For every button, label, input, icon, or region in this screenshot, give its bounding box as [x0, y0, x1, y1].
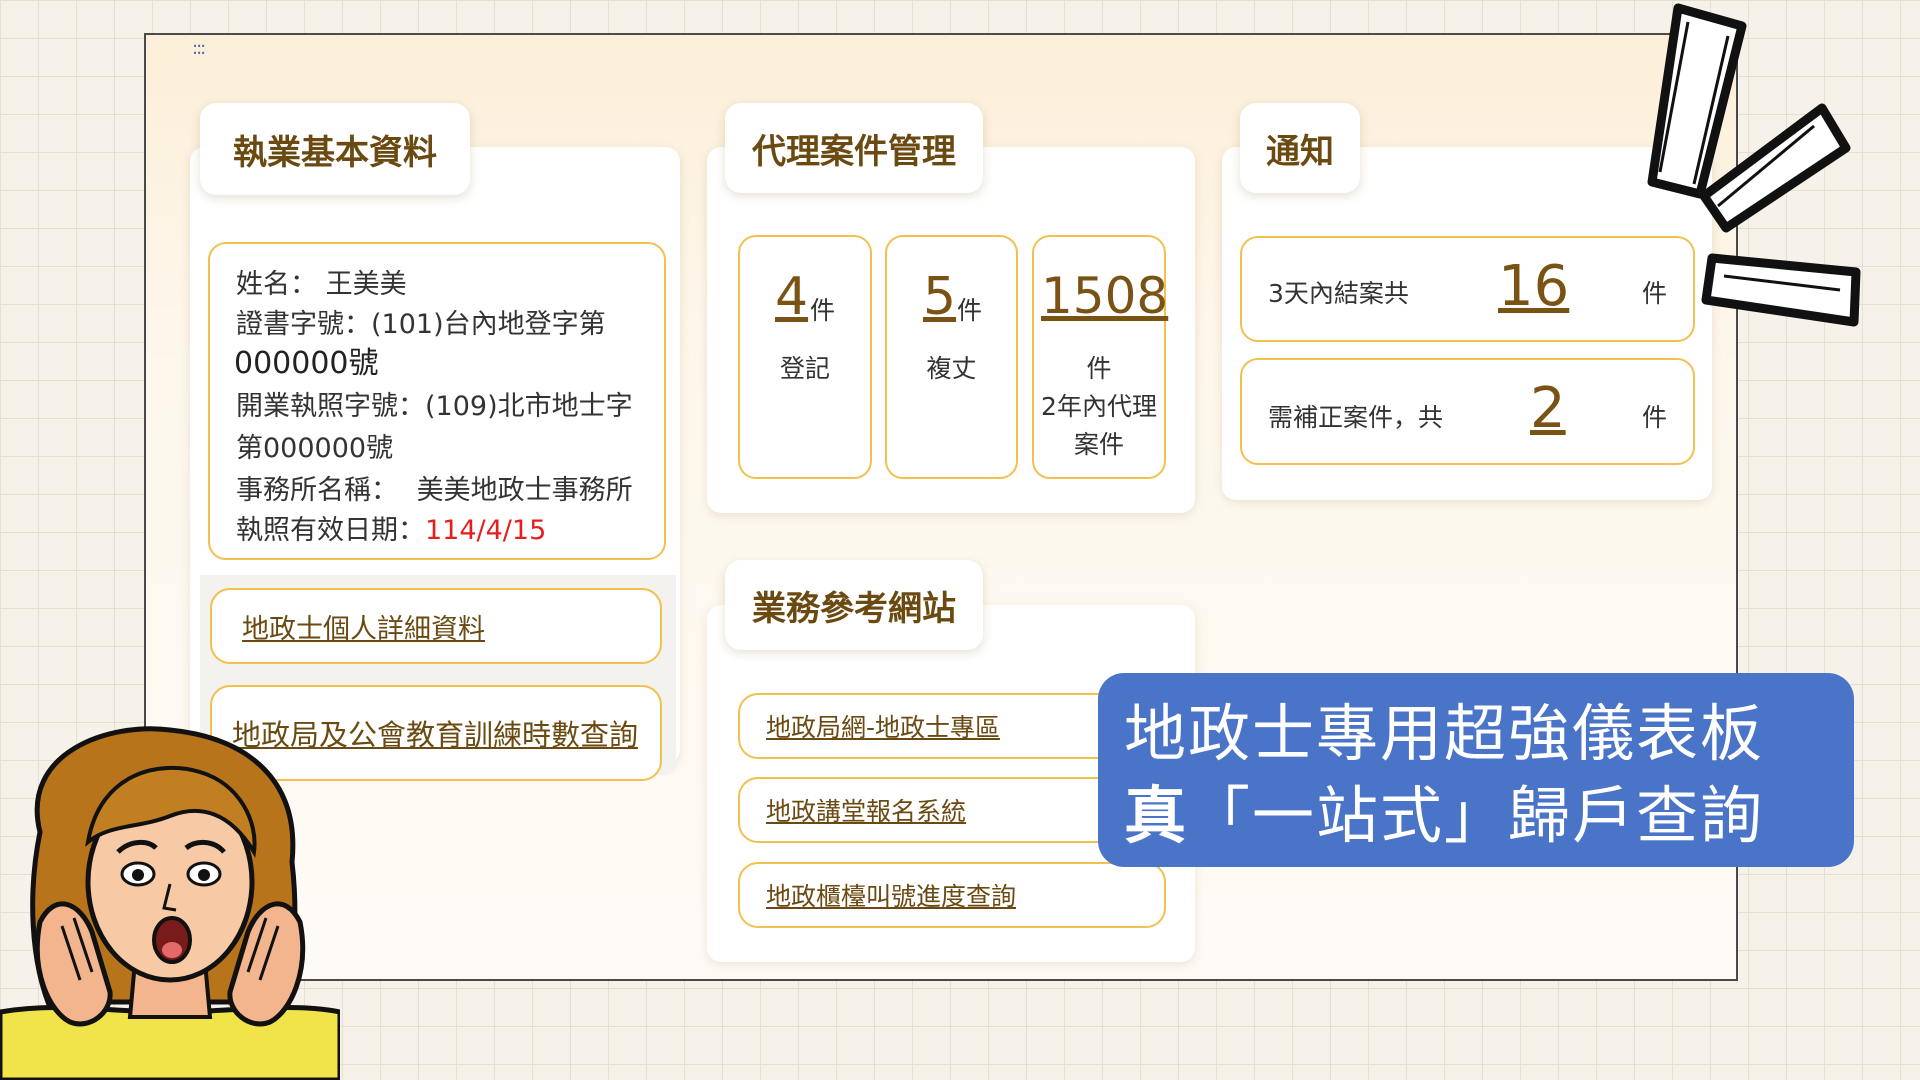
reference-link-3-box[interactable]: 地政櫃檯叫號進度查詢	[738, 862, 1166, 928]
case-count-two-years[interactable]: 1508	[1041, 267, 1168, 325]
license-row: 開業執照字號：(109)北市地士字	[236, 384, 633, 423]
case-unit-two-years: 件	[1086, 354, 1112, 383]
case-stat-registration[interactable]: 4 件 登記	[738, 235, 872, 479]
cases-tab[interactable]: 代理案件管理	[725, 103, 983, 193]
case-count-survey[interactable]: 5	[923, 267, 956, 327]
cert-row: 證書字號：(101)台內地登字第	[236, 302, 606, 341]
notify-row-correction[interactable]: 需補正案件，共 2 件	[1240, 358, 1695, 465]
license-value-1: (109)北市地士字	[425, 391, 633, 422]
surprised-woman-illustration	[0, 726, 340, 1080]
office-label: 事務所名稱：	[236, 475, 398, 506]
notify-correction-label: 需補正案件，共	[1268, 403, 1444, 432]
banner-line-1: 地政士專用超強儀表板	[1124, 697, 1765, 770]
promo-banner: 地政士專用超強儀表板 真「一站式」歸戶查詢	[1098, 673, 1854, 867]
basic-info-tab[interactable]: 執業基本資料	[200, 103, 470, 195]
notify-correction-count[interactable]: 2	[1530, 376, 1566, 441]
office-row: 事務所名稱： 美美地政士事務所	[236, 468, 633, 507]
notify-closing-count[interactable]: 16	[1498, 254, 1569, 319]
banner-bold-word: 真	[1124, 779, 1189, 852]
case-label-registration: 登記	[779, 354, 830, 383]
name-row: 姓名： 王美美	[236, 262, 407, 301]
case-label-two-years-2: 案件	[1073, 430, 1124, 459]
reference-tab[interactable]: 業務參考網站	[725, 560, 983, 650]
office-value: 美美地政士事務所	[416, 475, 633, 506]
banner-line-2-rest: 「一站式」歸戶查詢	[1188, 779, 1765, 852]
reference-link-1[interactable]: 地政局網-地政士專區	[766, 708, 1000, 744]
expiry-value: 114/4/15	[425, 515, 547, 546]
name-label: 姓名：	[236, 269, 317, 300]
reference-link-3[interactable]: 地政櫃檯叫號進度查詢	[766, 877, 1016, 913]
expiry-row: 執照有效日期：114/4/15	[236, 508, 546, 547]
case-count-registration[interactable]: 4	[775, 267, 808, 327]
expiry-label: 執照有效日期：	[236, 515, 425, 546]
case-stat-two-years[interactable]: 1508 件 2年內代理 案件	[1032, 235, 1168, 479]
case-unit-survey: 件	[957, 296, 983, 325]
notify-tab[interactable]: 通知	[1240, 103, 1360, 193]
license-value-2: 第000000號	[236, 433, 394, 464]
menu-dots-icon[interactable]: :::	[192, 38, 206, 59]
cert-value-1: (101)台內地登字第	[371, 309, 606, 340]
notify-correction-unit: 件	[1642, 403, 1668, 432]
cert-label: 證書字號：	[236, 309, 371, 340]
case-stat-survey[interactable]: 5 件 複丈	[885, 235, 1018, 479]
banner-line-2: 真「一站式」歸戶查詢	[1124, 775, 1854, 857]
exclamation-strokes-icon	[1647, 3, 1861, 327]
cert-value-2: 000000號	[234, 346, 379, 381]
license-label: 開業執照字號：	[236, 391, 425, 422]
detail-link[interactable]: 地政士個人詳細資料	[242, 607, 485, 646]
name-value: 王美美	[325, 269, 407, 300]
case-unit-registration: 件	[810, 296, 836, 325]
reference-link-2[interactable]: 地政講堂報名系統	[766, 792, 966, 828]
detail-link-box[interactable]: 地政士個人詳細資料	[210, 588, 662, 664]
case-label-two-years-1: 2年內代理	[1041, 392, 1157, 421]
notify-closing-label: 3天內結案共	[1268, 279, 1409, 308]
case-label-survey: 複丈	[926, 354, 977, 383]
